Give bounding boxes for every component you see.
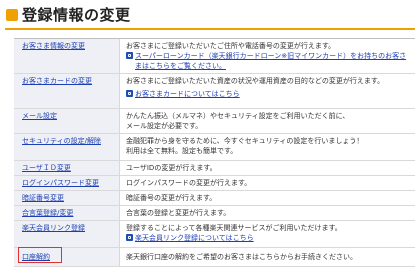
account-closure-link[interactable]: 口座解約 bbox=[22, 253, 50, 261]
table-row: ユーザＩＤ変更 ユーザIDの変更が行えます。 bbox=[14, 161, 415, 176]
table-row: 合言葉登録/変更 合言葉の登録と変更が行えます。 bbox=[14, 206, 415, 221]
settings-table: お客さま情報の変更 お客さまにご登録いただいたご住所や電話番号の変更が行えます。… bbox=[14, 38, 415, 267]
row-description: かんたん振込（メルマネ）やセキュリティ設定をご利用いただく前に、 bbox=[126, 112, 350, 120]
passphrase-register-link[interactable]: 合言葉登録/変更 bbox=[22, 209, 73, 217]
row-desc-cell: 暗証番号の変更が行えます。 bbox=[120, 191, 415, 205]
row-desc-cell: 楽天銀行口座の解約をご希望のお客さまはこちらからお手続きください。 bbox=[120, 248, 415, 266]
row-description: メール設定が必要です。 bbox=[126, 122, 203, 130]
row-label-cell: 合言葉登録/変更 bbox=[14, 206, 120, 220]
table-row: 口座解約 楽天銀行口座の解約をご希望のお客さまはこちらからお手続きください。 bbox=[14, 248, 415, 267]
table-row: セキュリティの設定/解除 金融犯罪から身を守るために、今すぐセキュリティの設定を… bbox=[14, 134, 415, 161]
header-square-icon bbox=[6, 9, 18, 21]
row-description: お客さまにご登録いただいたご住所や電話番号の変更が行えます。 bbox=[126, 42, 336, 50]
table-row: お客さまカードの変更 お客さまにご登録いただいた資産の状況や運用資産の目的などの… bbox=[14, 74, 415, 109]
rakuten-member-link-register-link[interactable]: 楽天会員リンク登録 bbox=[22, 224, 85, 232]
row-description: ユーザIDの変更が行えます。 bbox=[126, 164, 217, 172]
table-row: 暗証番号変更 暗証番号の変更が行えます。 bbox=[14, 191, 415, 206]
row-description: 登録することによって各種楽天関連サービスがご利用いただけます。 bbox=[126, 224, 342, 232]
row-description: お客さまにご登録いただいた資産の状況や運用資産の目的などの変更が行えます。 bbox=[126, 77, 385, 85]
super-loan-card-link[interactable]: スーパーローンカード（楽天銀行カードローン※旧マイワンカード）をお持ちのお客さま… bbox=[135, 51, 409, 71]
header-divider bbox=[5, 28, 415, 30]
login-password-change-link[interactable]: ログインパスワード変更 bbox=[22, 179, 99, 187]
row-desc-cell: お客さまにご登録いただいたご住所や電話番号の変更が行えます。 スーパーローンカー… bbox=[120, 39, 415, 73]
page-icon bbox=[126, 90, 133, 97]
table-row: ログインパスワード変更 ログインパスワードの変更が行えます。 bbox=[14, 176, 415, 191]
rakuten-member-link-info-link[interactable]: 楽天会員リンク登録についてはこちら bbox=[135, 233, 254, 243]
customer-card-change-link[interactable]: お客さまカードの変更 bbox=[22, 77, 92, 85]
row-description: 合言葉の登録と変更が行えます。 bbox=[126, 209, 231, 217]
row-label-cell: ログインパスワード変更 bbox=[14, 176, 120, 190]
row-label-cell: 暗証番号変更 bbox=[14, 191, 120, 205]
mail-settings-link[interactable]: メール設定 bbox=[22, 112, 57, 120]
table-row: 楽天会員リンク登録 登録することによって各種楽天関連サービスがご利用いただけます… bbox=[14, 221, 415, 248]
table-row: メール設定 かんたん振込（メルマネ）やセキュリティ設定をご利用いただく前に、 メ… bbox=[14, 109, 415, 134]
page-icon bbox=[126, 52, 133, 59]
row-desc-cell: ログインパスワードの変更が行えます。 bbox=[120, 176, 415, 190]
page-header: 登録情報の変更 bbox=[0, 0, 420, 38]
row-label-cell: お客さまカードの変更 bbox=[14, 74, 120, 108]
row-description: 暗証番号の変更が行えます。 bbox=[126, 194, 217, 202]
row-description: ログインパスワードの変更が行えます。 bbox=[126, 179, 252, 187]
row-label-cell: 楽天会員リンク登録 bbox=[14, 221, 120, 247]
row-desc-cell: お客さまにご登録いただいた資産の状況や運用資産の目的などの変更が行えます。 お客… bbox=[120, 74, 415, 108]
page-title: 登録情報の変更 bbox=[22, 6, 131, 24]
page-icon bbox=[126, 234, 133, 241]
user-id-change-link[interactable]: ユーザＩＤ変更 bbox=[22, 164, 71, 172]
row-desc-cell: かんたん振込（メルマネ）やセキュリティ設定をご利用いただく前に、 メール設定が必… bbox=[120, 109, 415, 133]
row-desc-cell: 金融犯罪から身を守るために、今すぐセキュリティの設定を行いましょう！ 利用は全て… bbox=[120, 134, 415, 160]
row-label-cell: お客さま情報の変更 bbox=[14, 39, 120, 73]
row-label-cell: メール設定 bbox=[14, 109, 120, 133]
row-label-cell: セキュリティの設定/解除 bbox=[14, 134, 120, 160]
pin-change-link[interactable]: 暗証番号変更 bbox=[22, 194, 64, 202]
row-desc-cell: ユーザIDの変更が行えます。 bbox=[120, 161, 415, 175]
customer-card-info-link[interactable]: お客さまカードについてはこちら bbox=[135, 89, 240, 99]
row-description: 金融犯罪から身を守るために、今すぐセキュリティの設定を行いましょう！ bbox=[126, 137, 364, 145]
row-description: 利用は全て無料。設定も簡単です。 bbox=[126, 147, 238, 155]
row-label-cell: 口座解約 bbox=[14, 248, 120, 266]
row-description: 楽天銀行口座の解約をご希望のお客さまはこちらからお手続きください。 bbox=[126, 253, 357, 261]
row-desc-cell: 合言葉の登録と変更が行えます。 bbox=[120, 206, 415, 220]
row-desc-cell: 登録することによって各種楽天関連サービスがご利用いただけます。 楽天会員リンク登… bbox=[120, 221, 415, 247]
table-row: お客さま情報の変更 お客さまにご登録いただいたご住所や電話番号の変更が行えます。… bbox=[14, 39, 415, 74]
security-settings-link[interactable]: セキュリティの設定/解除 bbox=[22, 137, 101, 145]
row-label-cell: ユーザＩＤ変更 bbox=[14, 161, 120, 175]
customer-info-change-link[interactable]: お客さま情報の変更 bbox=[22, 42, 85, 50]
